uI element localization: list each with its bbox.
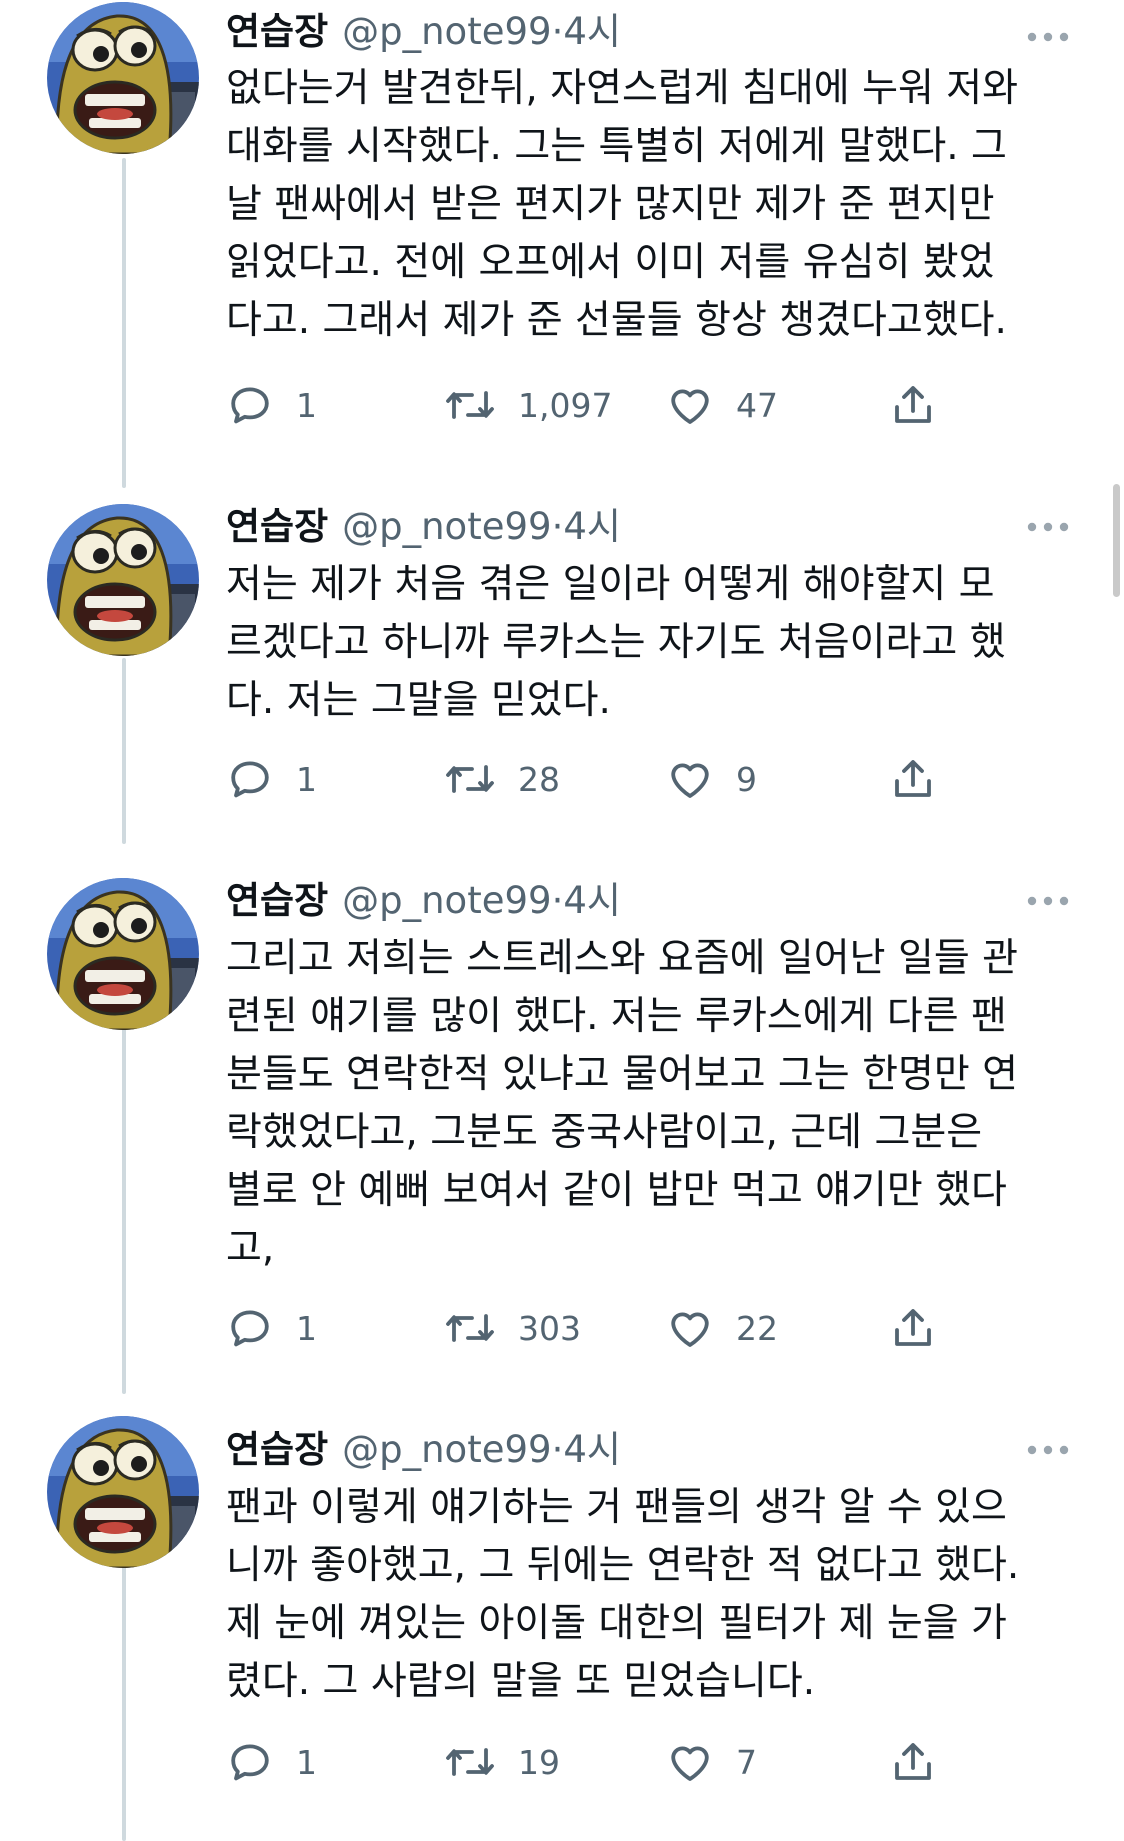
- reply-count: 1: [296, 1308, 317, 1348]
- share-button[interactable]: [889, 753, 937, 805]
- retweet-icon: [446, 391, 494, 419]
- separator: ·: [551, 1428, 564, 1471]
- author-name[interactable]: 연습장: [226, 1428, 328, 1471]
- tweet-header: 연습장 @p_note99·4시: [226, 873, 621, 929]
- share-icon: [895, 386, 931, 423]
- timestamp[interactable]: 4시: [563, 10, 621, 53]
- retweet-button[interactable]: 19: [444, 1736, 560, 1788]
- share-button[interactable]: [889, 379, 937, 431]
- retweet-count: 19: [518, 1742, 560, 1782]
- tweet-text: 팬과 이렇게 얘기하는 거 팬들의 생각 알 수 있으 니까 좋아했고, 그 뒤…: [226, 1485, 1020, 1704]
- more-options-icon[interactable]: [1026, 520, 1070, 534]
- avatar[interactable]: [47, 2, 199, 154]
- retweet-icon: [446, 1748, 494, 1776]
- share-icon: [895, 1309, 931, 1346]
- retweet-count: 303: [518, 1308, 581, 1348]
- heart-icon: [671, 389, 709, 424]
- avatar[interactable]: [47, 504, 199, 656]
- more-options-icon[interactable]: [1026, 30, 1070, 44]
- retweet-count: 28: [518, 759, 560, 799]
- like-count: 22: [736, 1308, 778, 1348]
- avatar[interactable]: [47, 1416, 199, 1568]
- like-count: 9: [736, 759, 757, 799]
- like-button[interactable]: 9: [666, 753, 757, 805]
- author-name[interactable]: 연습장: [226, 505, 328, 548]
- separator: ·: [551, 879, 564, 922]
- thread-line: [122, 158, 126, 488]
- author-handle[interactable]: @p_note99: [342, 505, 551, 548]
- action-bar: 1 1,097 47: [226, 379, 986, 431]
- reply-button[interactable]: 1: [226, 379, 317, 431]
- tweet-text: 없다는거 발견한뒤, 자연스럽게 침대에 누워 저와 대화를 시작했다. 그는 …: [226, 66, 1018, 343]
- more-options-icon[interactable]: [1026, 1443, 1070, 1457]
- action-bar: 1 303 22: [226, 1302, 986, 1354]
- reply-icon: [231, 761, 269, 798]
- tweet-header: 연습장 @p_note99·4시: [226, 499, 621, 555]
- reply-count: 1: [296, 1742, 317, 1782]
- share-icon: [895, 1743, 931, 1780]
- author-handle[interactable]: @p_note99: [342, 1428, 551, 1471]
- author-handle[interactable]: @p_note99: [342, 879, 551, 922]
- reply-icon: [231, 1744, 269, 1781]
- share-icon: [895, 760, 931, 797]
- retweet-count: 1,097: [518, 385, 613, 425]
- reply-button[interactable]: 1: [226, 753, 317, 805]
- timestamp[interactable]: 4시: [563, 1428, 621, 1471]
- share-button[interactable]: [889, 1302, 937, 1354]
- avatar[interactable]: [47, 878, 199, 1030]
- scrollbar[interactable]: [1113, 484, 1120, 597]
- separator: ·: [551, 10, 564, 53]
- like-count: 47: [736, 385, 778, 425]
- tweet-text: 그리고 저희는 스트레스와 요즘에 일어난 일들 관 련된 얘기를 많이 했다.…: [226, 936, 1018, 1271]
- share-button[interactable]: [889, 1736, 937, 1788]
- action-bar: 1 19 7: [226, 1736, 986, 1788]
- reply-icon: [231, 387, 269, 424]
- heart-icon: [671, 1312, 709, 1347]
- author-handle[interactable]: @p_note99: [342, 10, 551, 53]
- tweet-text: 저는 제가 처음 겪은 일이라 어떻게 해야할지 모 르겠다고 하니까 루카스는…: [226, 562, 1006, 723]
- author-name[interactable]: 연습장: [226, 879, 328, 922]
- heart-icon: [671, 763, 709, 798]
- like-button[interactable]: 7: [666, 1736, 757, 1788]
- like-button[interactable]: 22: [666, 1302, 778, 1354]
- retweet-icon: [446, 765, 494, 793]
- reply-button[interactable]: 1: [226, 1302, 317, 1354]
- retweet-icon: [446, 1314, 494, 1342]
- thread-line: [122, 1562, 126, 1841]
- heart-icon: [671, 1746, 709, 1781]
- tweet-header: 연습장 @p_note99·4시: [226, 1422, 621, 1478]
- reply-button[interactable]: 1: [226, 1736, 317, 1788]
- thread-line: [122, 658, 126, 844]
- thread-line: [122, 1024, 126, 1394]
- retweet-button[interactable]: 1,097: [444, 379, 612, 431]
- separator: ·: [551, 505, 564, 548]
- timestamp[interactable]: 4시: [563, 879, 621, 922]
- action-bar: 1 28 9: [226, 753, 986, 805]
- reply-count: 1: [296, 385, 317, 425]
- more-options-icon[interactable]: [1026, 894, 1070, 908]
- reply-icon: [231, 1310, 269, 1347]
- retweet-button[interactable]: 303: [444, 1302, 581, 1354]
- retweet-button[interactable]: 28: [444, 753, 560, 805]
- reply-count: 1: [296, 759, 317, 799]
- author-name[interactable]: 연습장: [226, 10, 328, 53]
- tweet-header: 연습장 @p_note99·4시: [226, 4, 621, 60]
- timestamp[interactable]: 4시: [563, 505, 621, 548]
- like-count: 7: [736, 1742, 757, 1782]
- like-button[interactable]: 47: [666, 379, 778, 431]
